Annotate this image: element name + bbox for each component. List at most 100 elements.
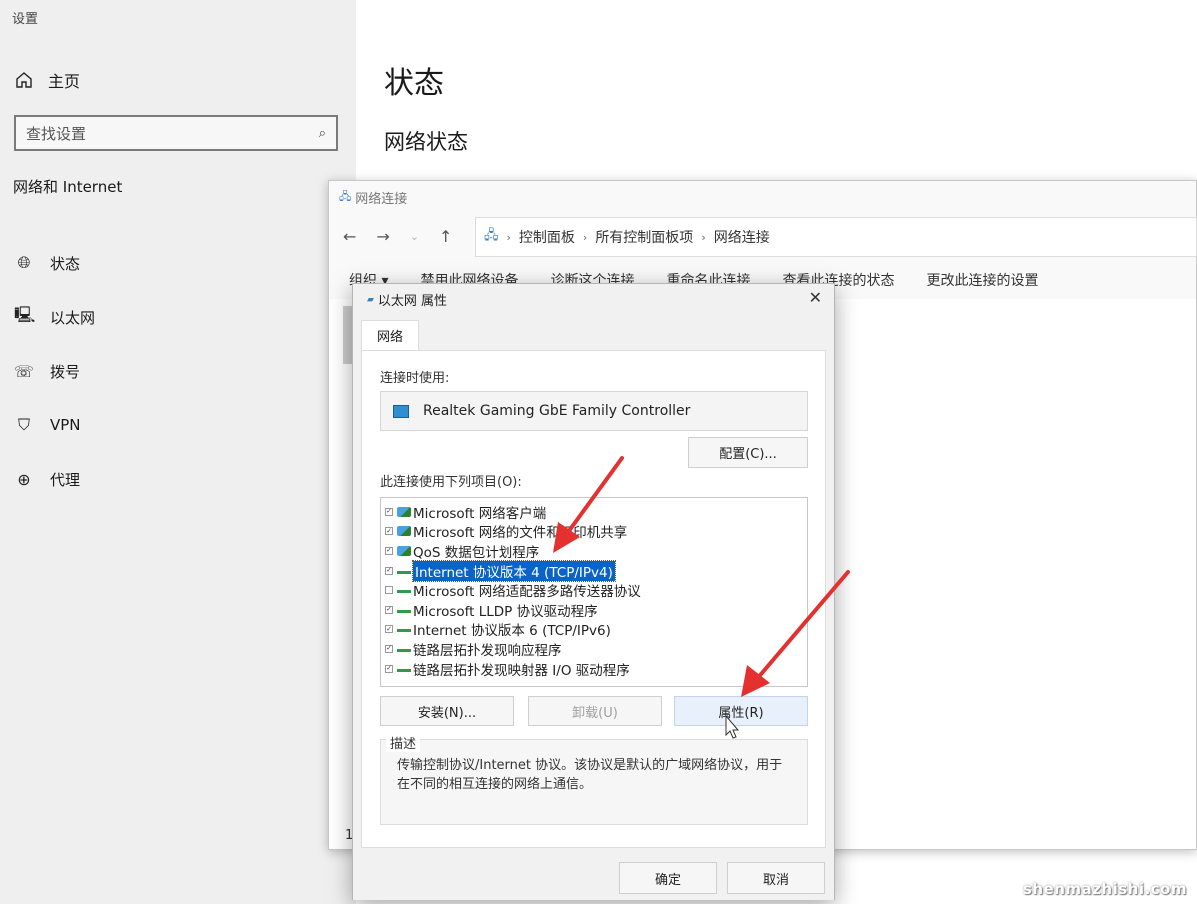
items-list[interactable]: ✓ Microsoft 网络客户端 ✓ Microsoft 网络的文件和打印机共享 ✓ Q… [380, 497, 808, 687]
nav-label: 以太网 [50, 308, 96, 327]
network-adapter-icon: ▰ [367, 294, 374, 305]
close-icon[interactable]: ✕ [809, 288, 822, 307]
list-item-label: 链路层拓扑发现响应程序 [413, 642, 562, 659]
nav-item-vpn[interactable]: ⛉ VPN [14, 398, 95, 452]
explorer-title-text: 网络连接 [355, 192, 408, 207]
breadcrumb-separator-icon: › [701, 230, 706, 244]
home-icon [16, 72, 32, 88]
protocol-icon [397, 626, 411, 633]
ethernet-icon: 🖳︎ [14, 304, 36, 324]
uninstall-button[interactable]: 卸载(U) [528, 696, 662, 726]
adapter-display: Realtek Gaming GbE Family Controller [380, 391, 808, 431]
dialog-footer: 确定 取消 [353, 850, 834, 900]
checkbox-unchecked-icon[interactable] [385, 586, 393, 595]
checkbox-checked-icon[interactable]: ✓ [385, 566, 393, 575]
network-connections-icon: 🖧︎ [339, 190, 352, 203]
list-item[interactable]: ✓ 链路层拓扑发现映射器 I/O 驱动程序 [381, 659, 807, 679]
globe-status-icon: 🌐︎ [17, 253, 31, 272]
adapter-monitor-icon [393, 404, 409, 418]
checkbox-checked-icon[interactable]: ✓ [385, 605, 393, 614]
network-status-heading: 网络状态 [384, 130, 468, 154]
breadcrumb-separator-icon: › [582, 230, 588, 244]
section-title: 网络和 Internet [13, 178, 123, 196]
protocol-icon [397, 587, 411, 594]
list-item[interactable]: ✓ 链路层拓扑发现响应程序 [381, 639, 807, 659]
list-item[interactable]: ✓ Internet 协议版本 4 (TCP/IPv4) [381, 559, 807, 582]
checkbox-checked-icon[interactable]: ✓ [385, 625, 393, 634]
checkbox-checked-icon[interactable]: ✓ [385, 546, 393, 555]
install-button[interactable]: 安装(N)... [380, 696, 514, 726]
search-icon: ⌕ [318, 125, 326, 141]
dialog-title-text: 以太网 属性 [377, 294, 448, 309]
configure-button[interactable]: 配置(C)... [688, 437, 808, 468]
recent-dropdown-icon[interactable]: ⌄ [410, 230, 419, 246]
list-item-label: Microsoft 网络客户端 [413, 505, 547, 522]
description-group: 传输控制协议/Internet 协议。该协议是默认的广域网络协议，用于在不同的相… [380, 739, 808, 825]
list-item[interactable]: Microsoft 网络适配器多路传送器协议 [381, 580, 807, 600]
adapter-name: Realtek Gaming GbE Family Controller [423, 403, 691, 419]
explorer-title: 🖧︎ 网络连接 [339, 188, 407, 207]
list-item[interactable]: ✓ Microsoft 网络的文件和打印机共享 [381, 522, 807, 542]
tab-network[interactable]: 网络 [361, 320, 419, 350]
nav-label: VPN [50, 416, 81, 434]
list-item[interactable]: ✓ Microsoft 网络客户端 [381, 502, 807, 522]
toolbar-change-settings[interactable]: 更改此连接的设置 [926, 270, 1038, 290]
list-item-label: QoS 数据包计划程序 [413, 544, 540, 561]
cancel-button[interactable]: 取消 [727, 862, 825, 894]
nav-label: 拨号 [50, 362, 81, 381]
list-item[interactable]: ✓ Internet 协议版本 6 (TCP/IPv6) [381, 620, 807, 640]
address-bar[interactable]: 🖧︎ › 控制面板 › 所有控制面板项 › 网络连接 [475, 217, 1197, 257]
checkbox-checked-icon[interactable]: ✓ [385, 644, 393, 653]
properties-button[interactable]: 属性(R) [674, 696, 808, 726]
dialup-icon: ☏ [14, 361, 35, 381]
watermark-text: shenmazhishi.com [1022, 880, 1187, 898]
home-nav-item[interactable]: 主页 [14, 68, 80, 92]
forward-arrow-icon[interactable]: → [376, 227, 389, 246]
protocol-icon [397, 646, 411, 652]
network-tab-panel: 连接时使用: Realtek Gaming GbE Family Control… [361, 350, 826, 848]
nav-item-status[interactable]: 🌐︎ 状态 [14, 236, 95, 290]
checkbox-checked-icon[interactable]: ✓ [385, 507, 393, 516]
checkbox-checked-icon[interactable]: ✓ [385, 527, 393, 536]
explorer-nav-buttons: ← → ⌄ ↑ [343, 227, 452, 246]
network-client-icon [397, 506, 411, 517]
up-arrow-icon[interactable]: ↑ [439, 227, 452, 246]
settings-sidebar: 设置 主页 查找设置 ⌕ 网络和 Internet 🌐︎ 状态 🖳︎ 以太网 ☏… [0, 0, 356, 904]
home-label: 主页 [48, 72, 81, 91]
list-item[interactable]: ✓ QoS 数据包计划程序 [381, 541, 807, 561]
list-item-label: Microsoft 网络的文件和打印机共享 [413, 525, 628, 542]
network-client-icon [397, 526, 411, 537]
connect-using-label: 连接时使用: [380, 371, 450, 386]
dialog-title: ▰ 以太网 属性 [367, 290, 447, 309]
search-placeholder: 查找设置 [26, 124, 87, 143]
checkbox-checked-icon[interactable]: ✓ [385, 664, 393, 673]
settings-nav: 🌐︎ 状态 🖳︎ 以太网 ☏ 拨号 ⛉ VPN ⊕ 代理 [14, 236, 95, 506]
description-text: 传输控制协议/Internet 协议。该协议是默认的广域网络协议，用于在不同的相… [397, 758, 783, 792]
list-item-label: 链路层拓扑发现映射器 I/O 驱动程序 [413, 662, 630, 679]
page-title: 状态 [384, 66, 444, 101]
nav-item-proxy[interactable]: ⊕ 代理 [14, 452, 95, 506]
list-item[interactable]: ✓ Microsoft LLDP 协议驱动程序 [381, 600, 807, 620]
nav-item-dialup[interactable]: ☏ 拨号 [14, 344, 95, 398]
ok-button[interactable]: 确定 [619, 862, 717, 894]
list-item-label: Microsoft LLDP 协议驱动程序 [413, 603, 598, 620]
description-label: 描述 [386, 733, 421, 752]
nav-label: 代理 [50, 470, 81, 489]
proxy-globe-icon: ⊕ [17, 469, 31, 489]
control-panel-icon: 🖧︎ [484, 228, 499, 243]
items-label: 此连接使用下列项目(O): [380, 475, 522, 490]
back-arrow-icon[interactable]: ← [343, 227, 356, 246]
nav-label: 状态 [50, 254, 81, 273]
protocol-icon [397, 607, 411, 613]
breadcrumb-item[interactable]: 所有控制面板项 [595, 227, 693, 247]
settings-search-input[interactable]: 查找设置 ⌕ [14, 115, 338, 151]
protocol-icon [397, 568, 411, 574]
list-item-label: Internet 协议版本 6 (TCP/IPv6) [413, 623, 611, 640]
nav-item-ethernet[interactable]: 🖳︎ 以太网 [14, 290, 95, 344]
list-item-label: Microsoft 网络适配器多路传送器协议 [413, 584, 641, 601]
list-item-label: Internet 协议版本 4 (TCP/IPv4) [412, 559, 616, 582]
app-title: 设置 [12, 12, 39, 27]
breadcrumb-item[interactable]: 控制面板 [519, 227, 575, 247]
protocol-icon [397, 666, 411, 672]
breadcrumb-item[interactable]: 网络连接 [714, 227, 770, 247]
